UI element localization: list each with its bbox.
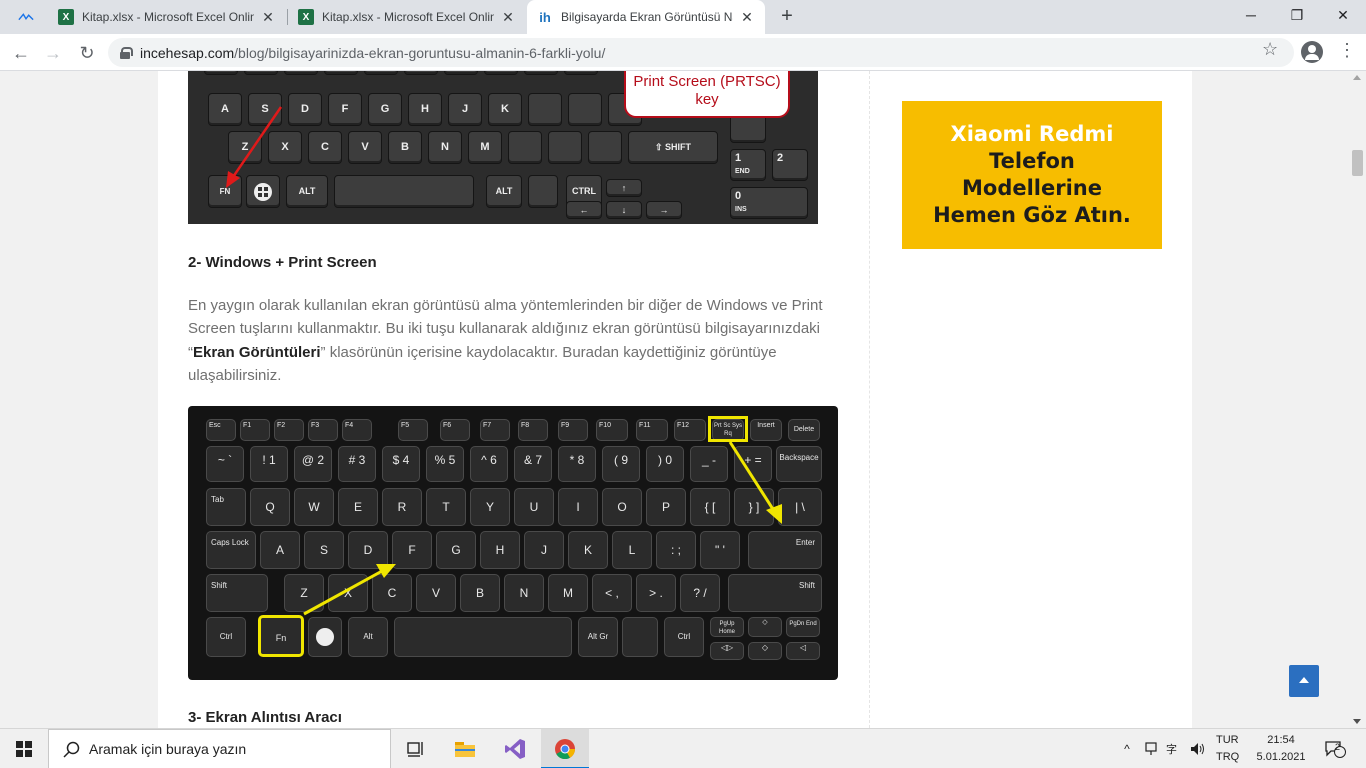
article-paragraph: En yaygın olarak kullanılan ekran görünt… bbox=[188, 294, 838, 387]
chrome-icon bbox=[555, 739, 576, 760]
system-clock[interactable]: 21:54 5.01.2021 bbox=[1251, 732, 1311, 766]
reload-icon: ↻ bbox=[79, 43, 95, 63]
url-path: /blog/bilgisayarinizda-ekran-goruntusu-a… bbox=[234, 44, 606, 61]
new-tab-button[interactable]: + bbox=[775, 5, 799, 29]
page-scrollbar[interactable] bbox=[1349, 71, 1366, 728]
folder-icon bbox=[455, 742, 475, 757]
url-host: incehesap.com bbox=[140, 44, 235, 61]
excel-icon: X bbox=[58, 9, 74, 25]
page-column: A S D F G H J K Z X C V B N M ⇧ SHIFT FN bbox=[158, 71, 1192, 728]
start-button[interactable] bbox=[0, 729, 48, 768]
search-placeholder: Aramak için buraya yazın bbox=[89, 741, 247, 757]
network-tray-icon[interactable] bbox=[1142, 729, 1160, 768]
task-view-icon bbox=[407, 742, 423, 757]
ad-text: Xiaomi Redmi Telefon Modellerine Hemen G… bbox=[922, 121, 1142, 229]
volume-tray-icon[interactable] bbox=[1188, 729, 1208, 768]
bookmark-star-icon[interactable]: ☆ bbox=[1262, 39, 1278, 60]
tab-title: Kitap.xlsx - Microsoft Excel Online bbox=[82, 10, 254, 24]
prtsc-callout: Print Screen (PRTSC) key bbox=[624, 71, 790, 118]
visual-studio-icon bbox=[505, 739, 525, 759]
restore-button[interactable]: ❐ bbox=[1274, 0, 1320, 30]
notification-count: 2 bbox=[1335, 742, 1341, 752]
back-button[interactable]: ← bbox=[8, 40, 34, 66]
back-arrow-icon: ← bbox=[12, 43, 30, 63]
sidebar-divider bbox=[869, 71, 870, 728]
window-close-button[interactable]: ✕ bbox=[1320, 0, 1366, 30]
scroll-up-icon[interactable] bbox=[1353, 75, 1361, 80]
tab-title: Bilgisayarda Ekran Görüntüsü Nasıl Alını… bbox=[561, 10, 733, 24]
scrollbar-thumb[interactable] bbox=[1352, 150, 1363, 176]
tab-title: Kitap.xlsx - Microsoft Excel Online bbox=[322, 10, 494, 24]
lock-icon bbox=[120, 46, 133, 59]
file-explorer-button[interactable] bbox=[441, 729, 489, 768]
tab-incehesap[interactable]: ih Bilgisayarda Ekran Görüntüsü Nasıl Al… bbox=[527, 0, 765, 34]
incehesap-icon: ih bbox=[537, 9, 553, 25]
visual-studio-button[interactable] bbox=[491, 729, 539, 768]
language-code: TUR bbox=[1216, 734, 1239, 746]
sidebar-ad-banner[interactable]: Xiaomi Redmi Telefon Modellerine Hemen G… bbox=[902, 101, 1162, 249]
search-icon bbox=[63, 741, 80, 758]
paragraph-bold: Ekran Görüntüleri bbox=[193, 343, 321, 361]
scroll-down-icon[interactable] bbox=[1353, 719, 1361, 724]
speaker-icon bbox=[1191, 743, 1204, 755]
ad-title-line2: Telefon Modellerine Hemen Göz Atın. bbox=[933, 149, 1131, 227]
task-view-button[interactable] bbox=[392, 729, 440, 768]
windows-start-icon bbox=[16, 741, 32, 757]
address-bar[interactable]: incehesap.com/blog/bilgisayarinizda-ekra… bbox=[108, 38, 1294, 67]
close-icon[interactable]: ✕ bbox=[500, 9, 516, 26]
svg-text:字: 字 bbox=[1166, 742, 1177, 756]
tab-strip: X Kitap.xlsx - Microsoft Excel Online ✕ … bbox=[0, 0, 1366, 34]
keyboard-layout-code: TRQ bbox=[1216, 751, 1240, 763]
tab-search-button[interactable] bbox=[8, 0, 44, 34]
close-icon[interactable]: ✕ bbox=[739, 9, 755, 26]
tab-search-icon bbox=[18, 13, 34, 21]
tab-kitap-1[interactable]: X Kitap.xlsx - Microsoft Excel Online ✕ bbox=[48, 0, 286, 34]
tab-kitap-2[interactable]: X Kitap.xlsx - Microsoft Excel Online ✕ bbox=[288, 0, 526, 34]
excel-icon: X bbox=[298, 9, 314, 25]
action-center-button[interactable]: 2 bbox=[1318, 729, 1352, 768]
page-viewport: A S D F G H J K Z X C V B N M ⇧ SHIFT FN bbox=[0, 71, 1349, 728]
network-icon bbox=[1145, 742, 1157, 755]
forward-arrow-icon: → bbox=[44, 43, 62, 63]
taskbar: Aramak için buraya yazın ^ 字 TUR TRQ 21:… bbox=[0, 728, 1366, 768]
language-indicator[interactable]: TUR TRQ bbox=[1216, 732, 1242, 766]
chrome-taskbar-button[interactable] bbox=[541, 729, 589, 768]
clock-time: 21:54 bbox=[1267, 734, 1295, 746]
ad-title-line1: Xiaomi Redmi bbox=[950, 122, 1114, 146]
clock-date: 5.01.2021 bbox=[1256, 751, 1306, 763]
tray-expand-icon[interactable]: ^ bbox=[1118, 729, 1136, 768]
keyboard-ime-icon: 字 bbox=[1166, 742, 1177, 756]
keyboard-image-prtsc: A S D F G H J K Z X C V B N M ⇧ SHIFT FN bbox=[188, 71, 818, 224]
minimize-button[interactable]: ─ bbox=[1228, 0, 1274, 30]
section-heading-3: 3- Ekran Alıntısı Aracı bbox=[188, 709, 342, 726]
profile-avatar-icon[interactable] bbox=[1301, 41, 1323, 63]
menu-kebab-icon[interactable]: ⋮ bbox=[1338, 40, 1356, 61]
close-icon[interactable]: ✕ bbox=[260, 9, 276, 26]
scroll-to-top-button[interactable] bbox=[1289, 665, 1319, 697]
yellow-arrow-icon bbox=[303, 441, 782, 616]
section-heading-2: 2- Windows + Print Screen bbox=[188, 254, 377, 271]
keyboard-image-windows-prtsc: Esc F1 F2 F3 F4 F5 F6 F7 F8 F9 F10 F11 F… bbox=[188, 406, 838, 680]
reload-button[interactable]: ↻ bbox=[74, 40, 100, 66]
browser-toolbar: ← → ↻ incehesap.com/blog/bilgisayarinizd… bbox=[0, 34, 1366, 71]
forward-button[interactable]: → bbox=[40, 40, 66, 66]
ime-tray-icon[interactable]: 字 bbox=[1164, 729, 1184, 768]
taskbar-search-input[interactable]: Aramak için buraya yazın bbox=[48, 729, 391, 768]
